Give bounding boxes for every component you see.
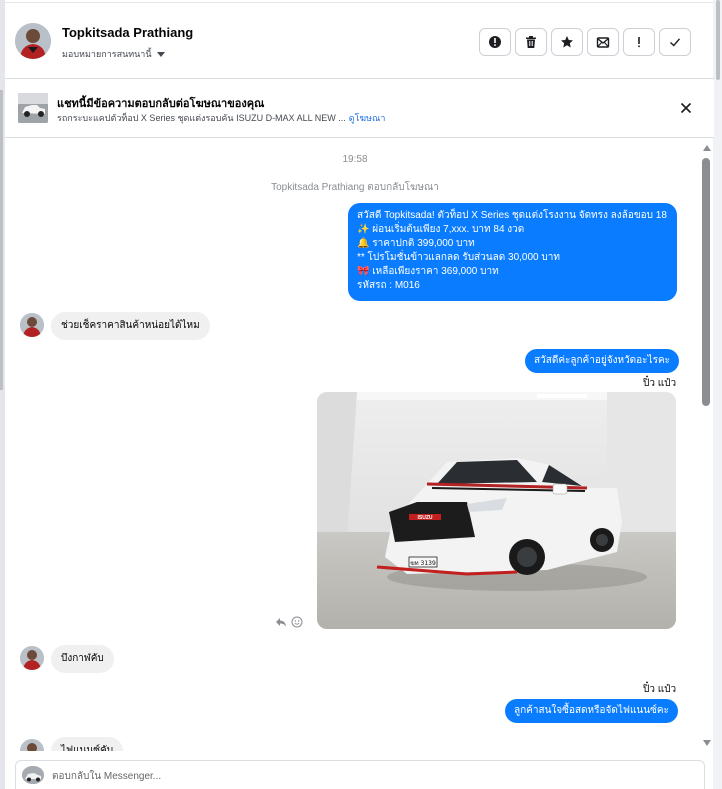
- ad-message-line: 🎀 เหลือเพียงราคา 369,000 บาท: [357, 266, 499, 277]
- trash-icon: [526, 36, 536, 48]
- check-icon: [670, 38, 681, 47]
- star-icon: [561, 36, 573, 48]
- left-scrollbar[interactable]: [0, 90, 3, 390]
- assign-conversation-dropdown[interactable]: มอบหมายการสนทนานี้: [62, 47, 165, 61]
- emoji-react-icon[interactable]: [291, 616, 303, 628]
- view-ad-link[interactable]: ดูโฆษณา: [349, 113, 386, 123]
- ad-message-line: 🔔 ราคาปกติ 399,000 บาท: [357, 238, 475, 249]
- customer-message[interactable]: บึงกาฬคับ: [51, 645, 114, 673]
- sender-name: ปิ๋ว แป๋ว: [643, 684, 677, 695]
- ad-message-line: ** โปรโมชั่นข้าวแลกลด รับส่วนลด 30,000 บ…: [357, 252, 560, 263]
- assign-label: มอบหมายการสนทนานี้: [62, 49, 152, 59]
- message-timestamp: 19:58: [342, 154, 368, 165]
- agent-message[interactable]: สวัสดีค่ะลูกค้าอยู่จังหวัดอะไรคะ: [525, 349, 680, 373]
- scroll-up-arrow-icon[interactable]: [703, 145, 711, 151]
- ad-reply-banner: แชทนี้มีข้อความตอบกลับต่อโฆษณาของคุณ รถก…: [5, 80, 714, 138]
- ad-auto-message[interactable]: สวัสดี Topkitsada! ตัวท็อป X Series ชุดแ…: [348, 203, 677, 301]
- customer-avatar[interactable]: [20, 646, 44, 670]
- ad-message-line: ✨ ผ่อนเริ่มต้นเพียง 7,xxx. บาท 84 งวด: [357, 224, 525, 235]
- customer-message[interactable]: ช่วยเช็คราคาสินค้าหน่อยได้ไหม: [51, 312, 210, 340]
- ad-banner-title: แชทนี้มีข้อความตอบกลับต่อโฆษณาของคุณ: [57, 98, 265, 110]
- chevron-down-icon: [156, 51, 165, 57]
- ad-thumbnail[interactable]: [18, 93, 48, 123]
- mark-unread-button[interactable]: [587, 28, 619, 56]
- thread-scrollbar-thumb[interactable]: [702, 158, 710, 406]
- page-scrollbar-track[interactable]: [713, 0, 722, 789]
- close-icon: [680, 102, 692, 114]
- svg-text:ISUZU: ISUZU: [418, 515, 433, 521]
- message-reactions-row: [275, 616, 303, 628]
- customer-message[interactable]: ไฟแนนซ์คับ: [51, 737, 124, 751]
- customer-avatar[interactable]: [20, 739, 44, 751]
- delete-button[interactable]: [515, 28, 547, 56]
- conversation-header: Topkitsada Prathiang มอบหมายการสนทนานี้: [5, 3, 714, 79]
- ad-message-line: รหัสรถ : M016: [357, 280, 420, 291]
- scroll-down-arrow-icon[interactable]: [703, 740, 711, 746]
- mark-spam-button[interactable]: [479, 28, 511, 56]
- svg-text:ฆท 3139: ฆท 3139: [410, 560, 436, 567]
- mark-done-button[interactable]: [659, 28, 691, 56]
- agent-message[interactable]: ลูกค้าสนใจซื้อสดหรือจัดไฟแนนซ์คะ: [505, 699, 678, 723]
- exclamation-icon: [638, 37, 640, 48]
- message-input[interactable]: [52, 768, 652, 784]
- ad-message-line: สวัสดี Topkitsada! ตัวท็อป X Series ชุดแ…: [357, 210, 667, 221]
- mail-unread-icon: [596, 37, 610, 48]
- car-photo-attachment[interactable]: ISUZU ฆท 3139: [317, 392, 676, 629]
- star-button[interactable]: [551, 28, 583, 56]
- page-avatar: [22, 766, 44, 784]
- page-scrollbar-thumb[interactable]: [716, 0, 720, 80]
- sender-name: ปิ๋ว แป๋ว: [643, 378, 677, 389]
- ad-description: รถกระบะแคปตัวท็อป X Series ชุดแต่งรอบคัน…: [57, 113, 346, 123]
- spam-icon: [489, 36, 501, 48]
- thread-scrollbar[interactable]: [700, 141, 712, 749]
- contact-avatar[interactable]: [15, 23, 51, 59]
- contact-name[interactable]: Topkitsada Prathiang: [62, 25, 193, 40]
- reply-composer: [15, 760, 705, 789]
- reply-icon[interactable]: [275, 616, 287, 628]
- ad-banner-subtitle: รถกระบะแคปตัวท็อป X Series ชุดแต่งรอบคัน…: [57, 111, 385, 125]
- conversation-actions: [479, 28, 691, 56]
- ad-reply-note: Topkitsada Prathiang ตอบกลับโฆษณา: [271, 182, 439, 193]
- message-thread[interactable]: 19:58 Topkitsada Prathiang ตอบกลับโฆษณา …: [5, 139, 714, 751]
- customer-avatar[interactable]: [20, 313, 44, 337]
- follow-up-button[interactable]: [623, 28, 655, 56]
- close-banner-button[interactable]: [678, 100, 694, 116]
